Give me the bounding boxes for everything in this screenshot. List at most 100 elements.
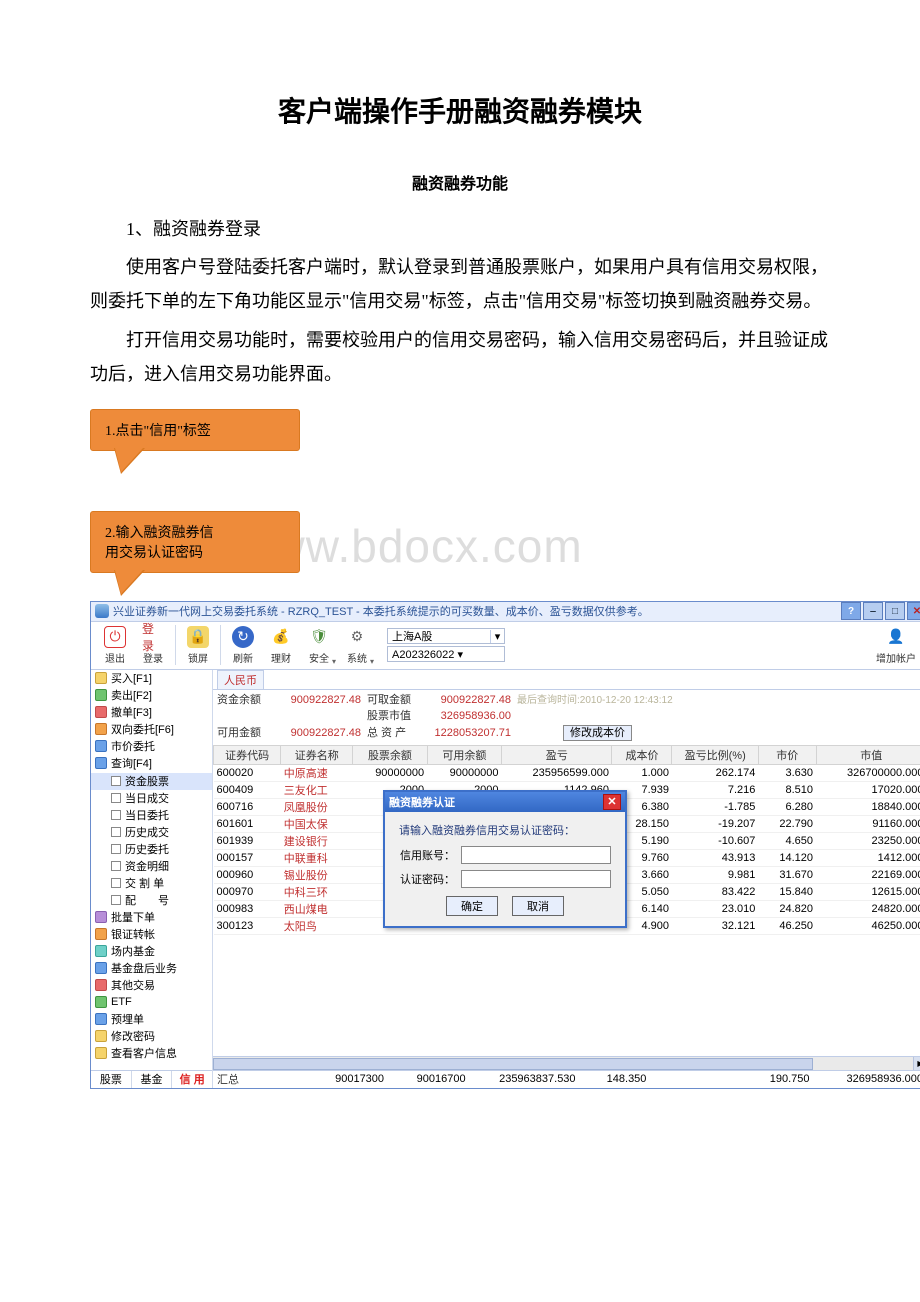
doc-icon — [111, 844, 121, 854]
sidebar-sub-item[interactable]: 历史成交 — [91, 824, 212, 841]
value-total: 1228053207.71 — [423, 725, 511, 742]
callout-line: 用交易认证密码 — [105, 546, 203, 561]
currency-tabs: 人民币 — [213, 670, 920, 690]
totals-val: 90017300 — [318, 1073, 384, 1085]
sidebar-item[interactable]: 基金盘后业务 — [91, 960, 212, 977]
scroll-right-arrow[interactable]: ▶ — [913, 1057, 920, 1071]
cancel-button[interactable]: 取消 — [512, 896, 564, 916]
sidebar-sub-item[interactable]: 当日成交 — [91, 790, 212, 807]
account-select[interactable]: A202326022 ▾ — [387, 646, 505, 662]
sidebar-item[interactable]: 市价委托 — [91, 738, 212, 755]
sidebar-sub-item[interactable]: 配 号 — [91, 892, 212, 909]
scroll-thumb[interactable] — [213, 1058, 813, 1070]
safety-dropdown[interactable]: 🛡 安全 — [301, 623, 337, 667]
dialog-title: 融资融券认证 — [389, 794, 455, 810]
sidebar-sub-item[interactable]: 历史委托 — [91, 841, 212, 858]
tab-rmb[interactable]: 人民币 — [217, 670, 264, 689]
lock-button[interactable]: 🔒 锁屏 — [180, 623, 216, 667]
folder-icon — [95, 672, 107, 684]
totals-label: 汇总 — [217, 1071, 318, 1087]
sidebar-item[interactable]: 银证转帐 — [91, 926, 212, 943]
table-cell: 000983 — [214, 901, 281, 918]
help-button[interactable]: ? — [841, 602, 861, 620]
column-header[interactable]: 可用余额 — [427, 746, 501, 765]
sidebar-item[interactable]: 卖出[F2] — [91, 687, 212, 704]
totals-row: 汇总 90017300 90016700 235963837.530 148.3… — [213, 1070, 920, 1088]
sidebar-item-label: 银证转帐 — [111, 926, 155, 942]
sidebar-item[interactable]: 批量下单 — [91, 909, 212, 926]
table-cell: 17020.000 — [816, 782, 920, 799]
column-header[interactable]: 成本价 — [612, 746, 672, 765]
sidebar-sub-item[interactable]: 资金股票 — [91, 773, 212, 790]
credit-account-input[interactable] — [461, 846, 611, 864]
table-cell: 太阳鸟 — [281, 918, 353, 935]
sidebar-sub-item[interactable]: 资金明细 — [91, 858, 212, 875]
login-icon: 登录 — [142, 626, 164, 648]
folder-icon — [95, 723, 107, 735]
column-header[interactable]: 证券代码 — [214, 746, 281, 765]
table-cell: 中国太保 — [281, 816, 353, 833]
column-header[interactable]: 盈亏比例(%) — [672, 746, 758, 765]
sidebar-item-label: 双向委托[F6] — [111, 721, 174, 737]
sidebar-item[interactable]: ETF — [91, 994, 212, 1011]
sidebar-item[interactable]: 场内基金 — [91, 943, 212, 960]
table-cell: 300123 — [214, 918, 281, 935]
table-cell: 中原高速 — [281, 765, 353, 782]
table-cell: 22169.000 — [816, 867, 920, 884]
credit-account-label: 信用账号： — [399, 847, 455, 863]
table-cell: 3.630 — [758, 765, 816, 782]
column-header[interactable]: 股票余额 — [353, 746, 427, 765]
tab-credit[interactable]: 信 用 — [172, 1071, 212, 1088]
doc-icon — [111, 793, 121, 803]
sidebar-item-label: 场内基金 — [111, 943, 155, 959]
sidebar-item-label: 预埋单 — [111, 1011, 144, 1027]
sidebar-item-label: 历史成交 — [125, 824, 169, 840]
modify-cost-button[interactable]: 修改成本价 — [563, 725, 632, 741]
folder-icon — [95, 1030, 107, 1042]
table-cell: 22.790 — [758, 816, 816, 833]
dialog-close-button[interactable]: ✕ — [603, 794, 621, 810]
system-dropdown[interactable]: ⚙ 系统 — [339, 623, 375, 667]
sidebar-sub-item[interactable]: 交 割 单 — [91, 875, 212, 892]
table-cell: 326700000.000 — [816, 765, 920, 782]
account-selectors: 上海A股 ▾ A202326022 ▾ — [387, 628, 505, 662]
sidebar-item[interactable]: 其他交易 — [91, 977, 212, 994]
sidebar-item[interactable]: 修改密码 — [91, 1028, 212, 1045]
column-header[interactable]: 市值 — [816, 746, 920, 765]
folder-icon — [95, 928, 107, 940]
ok-button[interactable]: 确定 — [446, 896, 498, 916]
sidebar-item[interactable]: 查询[F4] — [91, 755, 212, 772]
maximize-button[interactable]: □ — [885, 602, 905, 620]
table-cell: 601939 — [214, 833, 281, 850]
column-header[interactable]: 证券名称 — [281, 746, 353, 765]
sidebar-sub-item[interactable]: 当日委托 — [91, 807, 212, 824]
sidebar-footer-tabs: 股票 基金 信 用 — [91, 1070, 212, 1088]
totals-val: 148.350 — [606, 1073, 647, 1085]
sidebar-item[interactable]: 预埋单 — [91, 1011, 212, 1028]
sidebar-item[interactable]: 双向委托[F6] — [91, 721, 212, 738]
login-button[interactable]: 登录 登录 — [135, 623, 171, 667]
tab-fund[interactable]: 基金 — [132, 1071, 173, 1088]
totals-val: 90016700 — [414, 1073, 466, 1085]
sidebar-item-label: 当日成交 — [125, 790, 169, 806]
minimize-button[interactable]: ‒ — [863, 602, 883, 620]
tab-stock[interactable]: 股票 — [91, 1071, 132, 1088]
sidebar-item[interactable]: 查看客户信息 — [91, 1045, 212, 1062]
sidebar-item-label: 当日委托 — [125, 807, 169, 823]
doc-icon — [111, 776, 121, 786]
column-header[interactable]: 盈亏 — [502, 746, 612, 765]
totals-val: 235963837.530 — [496, 1073, 576, 1085]
sidebar-item[interactable]: 撤单[F3] — [91, 704, 212, 721]
add-account-button[interactable]: 👤 增加帐户 — [871, 623, 920, 667]
market-select[interactable]: 上海A股 ▾ — [387, 628, 505, 644]
refresh-button[interactable]: ↻ 刷新 — [225, 623, 261, 667]
logout-button[interactable]: ⏻ 退出 — [97, 623, 133, 667]
auth-password-input[interactable] — [461, 870, 611, 888]
close-button[interactable]: ✕ — [907, 602, 920, 620]
sidebar-item[interactable]: 买入[F1] — [91, 670, 212, 687]
sidebar-item-label: ETF — [111, 996, 132, 1008]
column-header[interactable]: 市价 — [758, 746, 816, 765]
horizontal-scrollbar[interactable]: ▶ — [213, 1056, 920, 1070]
table-row[interactable]: 600020中原高速9000000090000000235956599.0001… — [214, 765, 920, 782]
wealth-button[interactable]: 💰 理财 — [263, 623, 299, 667]
